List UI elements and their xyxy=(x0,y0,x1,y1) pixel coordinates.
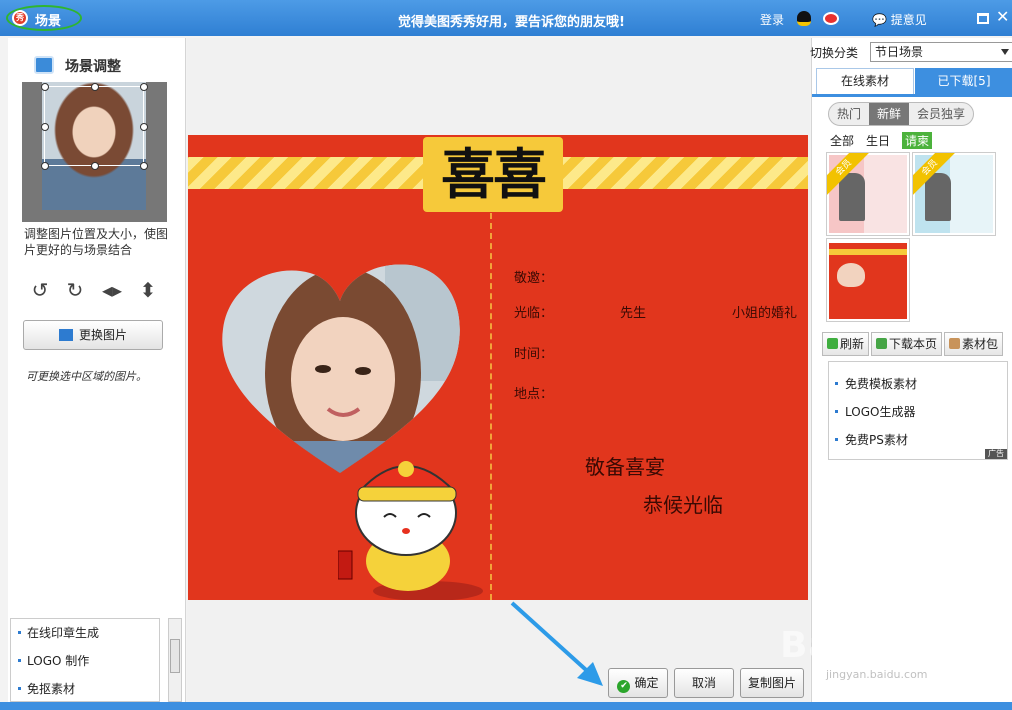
ok-label: 确定 xyxy=(634,676,659,690)
adjust-description: 调整图片位置及大小，使图片更好的与场景结合 xyxy=(24,227,169,257)
ad-tag: 广告 xyxy=(985,449,1007,459)
source-thumbnail[interactable] xyxy=(22,82,167,222)
mr-label: 先生 xyxy=(620,306,647,321)
ad-link-ps[interactable]: 免费PS素材 xyxy=(829,426,1007,454)
rotate-left-icon[interactable]: ↺ xyxy=(28,278,52,302)
qq-icon[interactable] xyxy=(797,11,811,26)
close-button[interactable]: ✕ xyxy=(996,9,1009,25)
card-title: 喜喜 xyxy=(441,143,547,206)
watermark-url: jingyan.baidu.com xyxy=(826,668,928,681)
scrollbar-thumb[interactable] xyxy=(170,639,180,673)
category-value: 节日场景 xyxy=(875,45,924,59)
replace-image-label: 更换图片 xyxy=(78,328,127,342)
pointer-arrow xyxy=(510,601,603,686)
handwritten-hint: 可更换选中区域的图片。 xyxy=(26,370,147,383)
tab-online-materials[interactable]: 在线素材 xyxy=(816,68,914,94)
weibo-icon[interactable] xyxy=(823,12,839,25)
category-select[interactable]: 节日场景 xyxy=(870,42,1012,62)
attend-label: 光临： xyxy=(514,306,554,321)
material-thumb[interactable]: 会员 xyxy=(912,152,996,236)
filter-pills: 热门 新鲜 会员独享 xyxy=(828,102,975,126)
feedback-link[interactable]: 💬 提意见 xyxy=(872,11,927,28)
tab-underline xyxy=(812,94,1012,97)
heart-photo-frame[interactable] xyxy=(215,261,465,481)
right-panel: 切换分类 节日场景 在线素材 已下载[5] 热门 新鲜 会员独享 全部 生日 请… xyxy=(810,38,1012,702)
pill-new[interactable]: 新鲜 xyxy=(869,103,910,125)
feedback-label: 提意见 xyxy=(890,13,927,27)
flip-horizontal-icon[interactable]: ◂▸ xyxy=(100,278,124,302)
resize-handle[interactable] xyxy=(91,162,99,170)
resize-handle[interactable] xyxy=(41,83,49,91)
links-scrollbar[interactable] xyxy=(168,618,182,702)
refresh-icon xyxy=(827,338,838,349)
category-label: 切换分类 xyxy=(810,46,859,60)
slogan-text: 觉得美图秀秀好用，要告诉您的朋友哦! xyxy=(398,15,625,30)
subtab-all[interactable]: 全部 xyxy=(830,132,854,149)
refresh-button[interactable]: 刷新 xyxy=(822,332,870,356)
blessing-line-2: 恭候光临 xyxy=(643,493,723,517)
material-pack-label: 素材包 xyxy=(962,337,999,351)
resize-handle[interactable] xyxy=(91,83,99,91)
link-logo[interactable]: LOGO 制作 xyxy=(11,647,159,675)
download-page-label: 下载本页 xyxy=(889,337,938,351)
links-list: 在线印章生成 LOGO 制作 免抠素材 xyxy=(10,618,160,702)
flip-vertical-icon[interactable]: ⬍ xyxy=(136,278,160,302)
subtab-birthday[interactable]: 生日 xyxy=(866,132,890,149)
copy-image-button[interactable]: 复制图片 xyxy=(740,668,804,698)
login-link[interactable]: 登录 xyxy=(760,11,784,28)
pill-vip[interactable]: 会员独享 xyxy=(909,103,973,125)
title-bar: 秀 场景 觉得美图秀秀好用，要告诉您的朋友哦! 登录 💬 提意见 ✕ xyxy=(0,0,1012,36)
resize-handle[interactable] xyxy=(140,83,148,91)
center-divider xyxy=(490,213,492,600)
ad-link-logo[interactable]: LOGO生成器 xyxy=(829,398,1007,426)
scene-adjust-icon xyxy=(34,56,54,74)
download-icon xyxy=(876,338,888,349)
invite-label: 敬邀： xyxy=(514,271,554,286)
ok-button[interactable]: ✔ 确定 xyxy=(608,668,668,698)
ad-link-templates[interactable]: 免费模板素材 xyxy=(829,370,1007,398)
place-label: 地点： xyxy=(514,387,554,402)
ad-box: 免费模板素材 LOGO生成器 免费PS素材 广告 xyxy=(828,361,1008,460)
chat-bubble-icon: 💬 xyxy=(872,13,887,27)
left-panel: 场景调整 调整图片位置及大小，使图片更好的与场景结合 ↺ ↻ ◂▸ ⬍ 更换图片… xyxy=(8,38,186,702)
sub-category-tabs: 全部 生日 请柬 xyxy=(830,132,933,149)
link-cutout[interactable]: 免抠素材 xyxy=(11,675,159,701)
panel-heading: 场景调整 xyxy=(65,59,121,75)
material-thumb[interactable]: 会员 xyxy=(826,152,910,236)
cancel-button[interactable]: 取消 xyxy=(674,668,734,698)
canvas-area: 喜喜 敬邀： 光临： 先生 小姐的婚礼 时间： 地点： 敬备喜宴 恭候光临 ✔ … xyxy=(187,38,810,702)
check-icon: ✔ xyxy=(617,680,631,693)
subtab-invitation[interactable]: 请柬 xyxy=(902,132,933,149)
maximize-button[interactable] xyxy=(977,13,989,24)
material-toolbar: 刷新 下载本页 素材包 xyxy=(822,332,1004,356)
wedding-card[interactable]: 喜喜 敬邀： 光临： 先生 小姐的婚礼 时间： 地点： 敬备喜宴 恭候光临 xyxy=(188,135,808,600)
selection-box[interactable] xyxy=(41,83,148,170)
watermark-text: Baidu经验 xyxy=(780,625,975,666)
chevron-down-icon xyxy=(1001,49,1009,55)
miss-wedding-label: 小姐的婚礼 xyxy=(732,306,798,321)
bottom-border xyxy=(0,702,1012,710)
app-window: 秀 场景 觉得美图秀秀好用，要告诉您的朋友哦! 登录 💬 提意见 ✕ 场景调整 xyxy=(0,0,1012,710)
resize-handle[interactable] xyxy=(140,162,148,170)
resize-handle[interactable] xyxy=(140,123,148,131)
rotate-right-icon[interactable]: ↻ xyxy=(63,278,87,302)
time-label: 时间： xyxy=(514,347,554,362)
blessing-line-1: 敬备喜宴 xyxy=(585,455,665,479)
package-icon xyxy=(949,338,961,349)
replace-image-button[interactable]: 更换图片 xyxy=(23,320,163,350)
lucky-cat-illustration xyxy=(338,461,483,600)
image-icon xyxy=(58,329,73,341)
material-thumb-selected[interactable] xyxy=(826,238,910,322)
highlight-circle xyxy=(6,5,82,31)
download-page-button[interactable]: 下载本页 xyxy=(871,332,943,356)
tab-downloaded[interactable]: 已下载[5] xyxy=(915,68,1012,94)
resize-handle[interactable] xyxy=(41,123,49,131)
material-pack-button[interactable]: 素材包 xyxy=(944,332,1004,356)
link-seal[interactable]: 在线印章生成 xyxy=(11,619,159,647)
pill-hot[interactable]: 热门 xyxy=(829,103,869,125)
card-title-plate: 喜喜 xyxy=(423,137,563,212)
refresh-label: 刷新 xyxy=(840,337,865,351)
resize-handle[interactable] xyxy=(41,162,49,170)
